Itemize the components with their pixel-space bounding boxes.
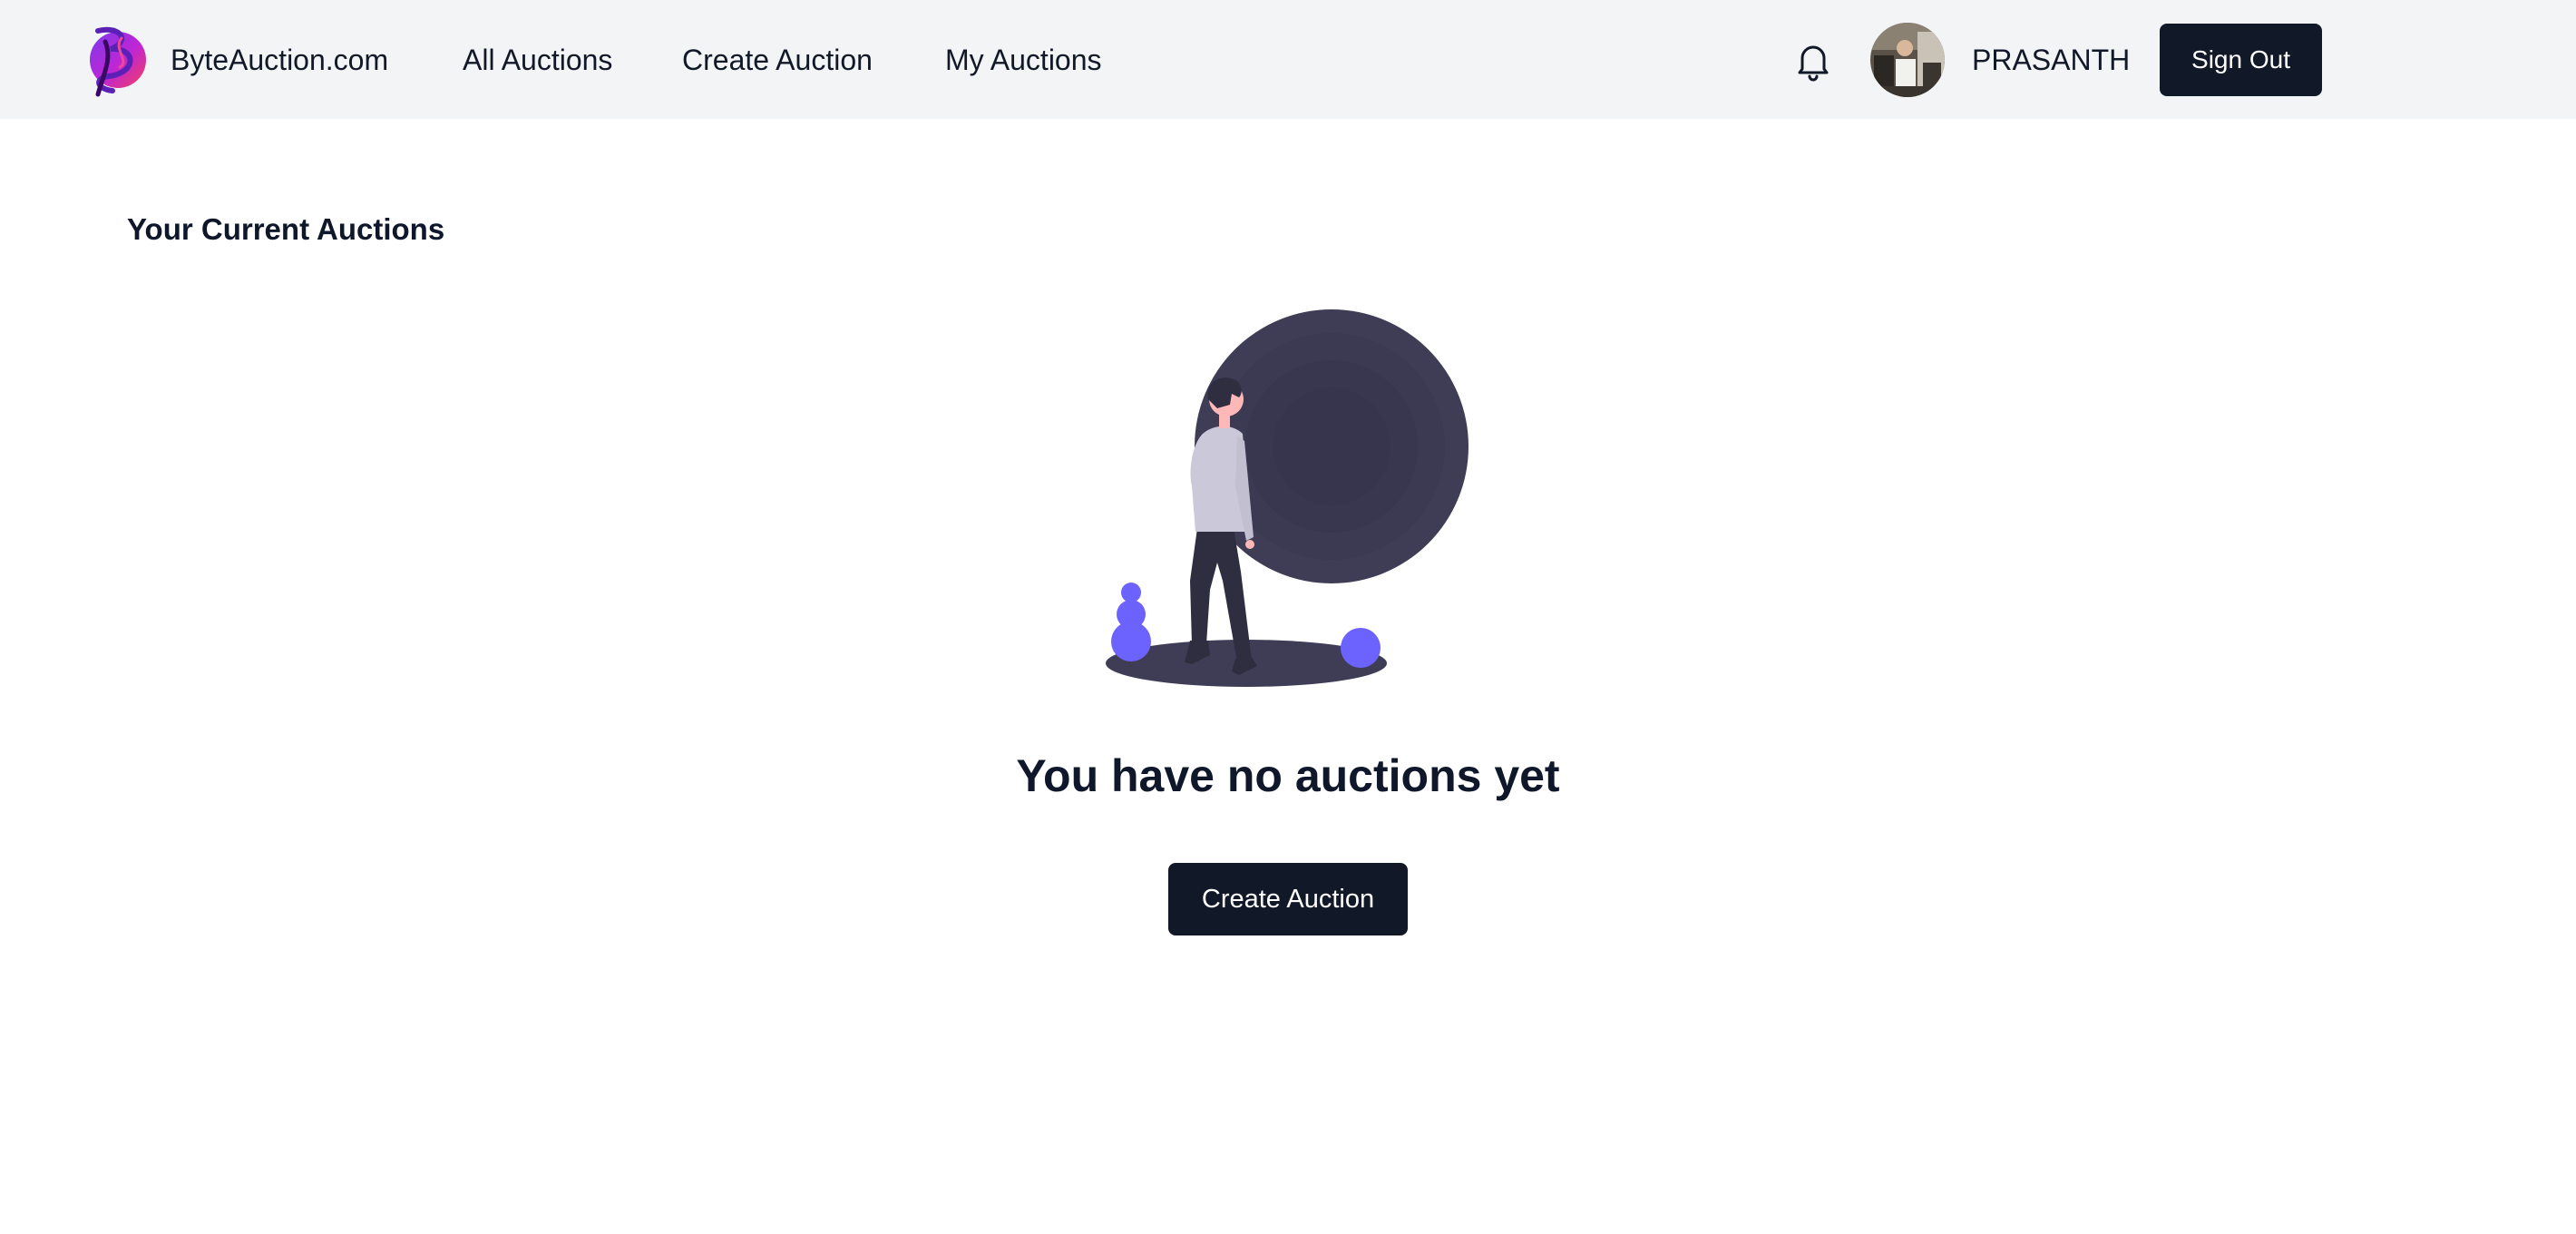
- user-avatar[interactable]: [1870, 23, 1945, 97]
- username-label: PRASANTH: [1972, 44, 2131, 76]
- nav-my-auctions[interactable]: My Auctions: [945, 36, 1102, 83]
- sign-out-button[interactable]: Sign Out: [2160, 24, 2322, 96]
- person-walking-empty-state-illustration: [1106, 309, 1469, 687]
- byteauction-logo-icon[interactable]: [85, 22, 147, 98]
- empty-state-title: You have no auctions yet: [1016, 750, 1560, 801]
- nav-create-auction[interactable]: Create Auction: [682, 36, 873, 83]
- top-navbar: ByteAuction.com All Auctions Create Auct…: [0, 0, 2576, 119]
- create-auction-button[interactable]: Create Auction: [1168, 863, 1408, 935]
- bell-icon[interactable]: [1791, 38, 1835, 82]
- section-title: Your Current Auctions: [127, 212, 445, 246]
- nav-all-auctions[interactable]: All Auctions: [463, 36, 612, 83]
- brand-name[interactable]: ByteAuction.com: [171, 36, 388, 83]
